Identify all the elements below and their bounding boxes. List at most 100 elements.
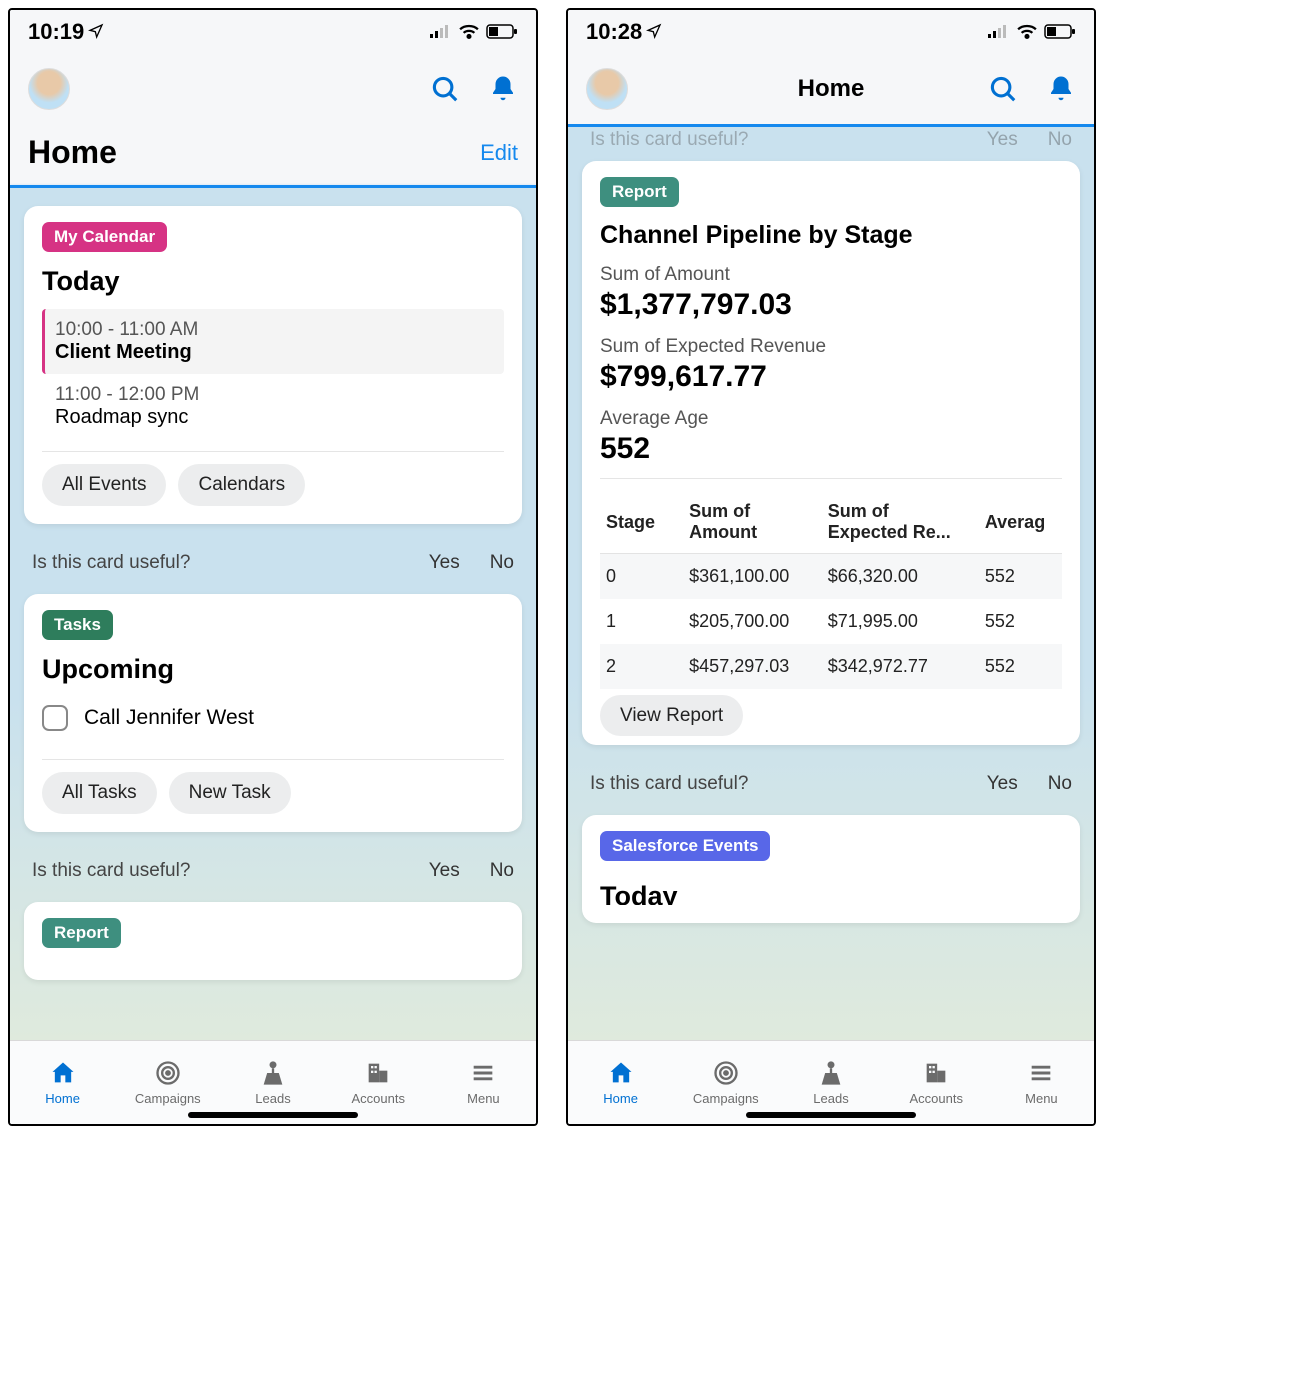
feedback-prompt: Is this card useful? <box>32 552 190 574</box>
event-title: Client Meeting <box>55 341 504 364</box>
tab-label: Leads <box>813 1091 848 1106</box>
table-row[interactable]: 1 $205,700.00 $71,995.00 552 <box>600 599 1062 644</box>
location-icon <box>646 19 662 45</box>
building-icon <box>921 1059 951 1087</box>
status-time: 10:28 <box>586 19 642 45</box>
bell-icon[interactable] <box>1046 74 1076 104</box>
bell-icon[interactable] <box>488 74 518 104</box>
card-feedback: Is this card useful? Yes No <box>24 844 522 902</box>
calendars-button[interactable]: Calendars <box>178 464 305 506</box>
calendar-card: My Calendar Today 10:00 - 11:00 AM Clien… <box>24 206 522 524</box>
tab-label: Home <box>45 1091 80 1106</box>
task-title: Call Jennifer West <box>84 706 254 730</box>
all-tasks-button[interactable]: All Tasks <box>42 772 157 814</box>
table-cell: $71,995.00 <box>822 599 979 644</box>
wifi-icon <box>1016 24 1038 40</box>
table-cell: 552 <box>979 644 1062 689</box>
avatar[interactable] <box>586 68 628 110</box>
all-events-button[interactable]: All Events <box>42 464 166 506</box>
feedback-yes[interactable]: Yes <box>987 129 1018 151</box>
table-cell: $361,100.00 <box>683 554 822 600</box>
signal-icon <box>988 25 1010 39</box>
tab-menu[interactable]: Menu <box>989 1041 1094 1124</box>
event-time: 11:00 - 12:00 PM <box>55 384 504 406</box>
task-row[interactable]: Call Jennifer West <box>42 697 504 747</box>
feedback-prompt: Is this card useful? <box>590 773 748 795</box>
target-icon <box>153 1059 183 1087</box>
scroll-area[interactable]: Is this card useful? Yes No Report Chann… <box>568 127 1094 1040</box>
status-bar: 10:28 <box>568 10 1094 54</box>
menu-icon <box>468 1059 498 1087</box>
top-bar: Home <box>568 54 1094 124</box>
events-badge: Salesforce Events <box>600 831 770 861</box>
table-cell: 1 <box>600 599 683 644</box>
feedback-prompt: Is this card useful? <box>590 129 748 151</box>
card-feedback-faded: Is this card useful? Yes No <box>582 127 1080 161</box>
table-header: Stage <box>600 491 683 554</box>
tab-home[interactable]: Home <box>568 1041 673 1124</box>
tab-label: Accounts <box>909 1091 962 1106</box>
divider <box>42 451 504 452</box>
tab-label: Menu <box>467 1091 500 1106</box>
home-indicator[interactable] <box>746 1112 916 1118</box>
phone-right: 10:28 Home Is this card useful? Yes No <box>566 8 1096 1126</box>
report-badge: Report <box>600 177 679 207</box>
stat-value: 552 <box>600 432 1062 466</box>
phone-left: 10:19 Home Edit My Calendar Today <box>8 8 538 1126</box>
view-report-button[interactable]: View Report <box>600 695 743 736</box>
table-cell: $205,700.00 <box>683 599 822 644</box>
person-star-icon <box>816 1059 846 1087</box>
stat-label: Average Age <box>600 408 1062 430</box>
feedback-yes[interactable]: Yes <box>987 773 1018 795</box>
table-cell: $342,972.77 <box>822 644 979 689</box>
feedback-yes[interactable]: Yes <box>429 860 460 882</box>
home-indicator[interactable] <box>188 1112 358 1118</box>
search-icon[interactable] <box>988 74 1018 104</box>
tab-home[interactable]: Home <box>10 1041 115 1124</box>
feedback-no[interactable]: No <box>1048 129 1072 151</box>
tab-menu[interactable]: Menu <box>431 1041 536 1124</box>
person-star-icon <box>258 1059 288 1087</box>
stat-label: Sum of Expected Revenue <box>600 336 1062 358</box>
location-icon <box>88 19 104 45</box>
feedback-no[interactable]: No <box>490 552 514 574</box>
task-checkbox[interactable] <box>42 705 68 731</box>
edit-button[interactable]: Edit <box>480 140 518 166</box>
report-table: Stage Sum of Amount Sum of Expected Re..… <box>600 491 1062 689</box>
table-row[interactable]: 0 $361,100.00 $66,320.00 552 <box>600 554 1062 600</box>
tasks-card: Tasks Upcoming Call Jennifer West All Ta… <box>24 594 522 832</box>
table-row[interactable]: 2 $457,297.03 $342,972.77 552 <box>600 644 1062 689</box>
divider <box>42 759 504 760</box>
scroll-area[interactable]: My Calendar Today 10:00 - 11:00 AM Clien… <box>10 188 536 1040</box>
table-cell: 552 <box>979 599 1062 644</box>
calendar-heading: Today <box>42 266 504 297</box>
event-row[interactable]: 10:00 - 11:00 AM Client Meeting <box>42 309 504 374</box>
search-icon[interactable] <box>430 74 460 104</box>
home-icon <box>48 1059 78 1087</box>
events-card-peek: Salesforce Events Today <box>582 815 1080 923</box>
feedback-no[interactable]: No <box>1048 773 1072 795</box>
tab-label: Leads <box>255 1091 290 1106</box>
table-cell: 0 <box>600 554 683 600</box>
tab-label: Campaigns <box>693 1091 759 1106</box>
feedback-no[interactable]: No <box>490 860 514 882</box>
status-time: 10:19 <box>28 19 84 45</box>
stat-label: Sum of Amount <box>600 264 1062 286</box>
tab-label: Menu <box>1025 1091 1058 1106</box>
card-feedback: Is this card useful? Yes No <box>582 757 1080 815</box>
tab-label: Campaigns <box>135 1091 201 1106</box>
status-bar: 10:19 <box>10 10 536 54</box>
avatar[interactable] <box>28 68 70 110</box>
tab-bar: Home Campaigns Leads Accounts Menu <box>568 1040 1094 1124</box>
event-row[interactable]: 11:00 - 12:00 PM Roadmap sync <box>42 374 504 439</box>
battery-icon <box>1044 24 1076 40</box>
table-cell: $457,297.03 <box>683 644 822 689</box>
tab-label: Home <box>603 1091 638 1106</box>
table-cell: 2 <box>600 644 683 689</box>
feedback-yes[interactable]: Yes <box>429 552 460 574</box>
new-task-button[interactable]: New Task <box>169 772 291 814</box>
report-badge: Report <box>42 918 121 948</box>
wifi-icon <box>458 24 480 40</box>
home-icon <box>606 1059 636 1087</box>
divider <box>600 478 1062 479</box>
